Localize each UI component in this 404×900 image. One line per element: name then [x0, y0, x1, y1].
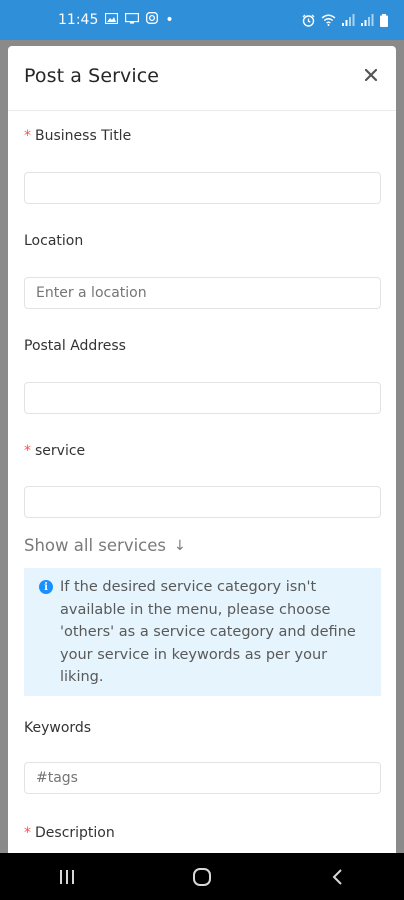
navigation-bar: [0, 853, 404, 900]
business-title-label: * Business Title: [24, 128, 131, 144]
modal-title: Post a Service: [24, 65, 160, 87]
recent-apps-icon: [60, 869, 75, 884]
instagram-icon: [146, 12, 159, 28]
alarm-icon: [302, 14, 315, 27]
cast-icon: [125, 12, 140, 28]
service-label: * service: [24, 443, 85, 459]
business-title-label-text: Business Title: [35, 128, 132, 144]
required-asterisk: *: [24, 825, 31, 841]
back-icon: [332, 868, 342, 885]
status-dot: •: [165, 12, 174, 28]
required-asterisk: *: [24, 128, 31, 144]
required-asterisk: *: [24, 443, 31, 459]
info-text: If the desired service category isn't av…: [60, 579, 356, 685]
wifi-icon: [321, 14, 336, 26]
gallery-icon: [105, 12, 119, 28]
keywords-input[interactable]: [24, 762, 381, 794]
home-icon: [192, 867, 211, 886]
status-left: 11:45 •: [58, 12, 174, 28]
back-button[interactable]: [317, 857, 357, 897]
recent-apps-button[interactable]: [47, 857, 87, 897]
service-label-text: service: [35, 443, 86, 459]
description-label: * Description: [24, 825, 115, 841]
arrow-down-icon: ↓: [174, 537, 186, 554]
status-time: 11:45: [58, 12, 99, 28]
status-bar: 11:45 •: [0, 0, 404, 40]
post-service-modal: Post a Service * Business Title Location …: [8, 46, 396, 866]
info-icon: i: [39, 580, 53, 594]
location-input[interactable]: [24, 277, 381, 309]
show-all-services-label: Show all services: [24, 536, 166, 555]
postal-address-label: Postal Address: [24, 338, 126, 354]
battery-icon: [380, 13, 388, 27]
info-alert: i If the desired service category isn't …: [24, 568, 381, 696]
keywords-label: Keywords: [24, 720, 92, 736]
postal-address-input[interactable]: [24, 382, 381, 414]
close-button[interactable]: [358, 62, 384, 88]
business-title-input[interactable]: [24, 172, 381, 204]
signal-icon: [361, 14, 374, 26]
service-input[interactable]: [24, 486, 381, 518]
signal-icon: [342, 14, 355, 26]
close-icon: [365, 69, 377, 81]
home-button[interactable]: [182, 857, 222, 897]
description-label-text: Description: [35, 825, 115, 841]
location-label: Location: [24, 233, 84, 249]
status-right: [302, 13, 388, 27]
modal-header: Post a Service: [8, 46, 396, 111]
show-all-services-link[interactable]: Show all services ↓: [24, 536, 186, 555]
